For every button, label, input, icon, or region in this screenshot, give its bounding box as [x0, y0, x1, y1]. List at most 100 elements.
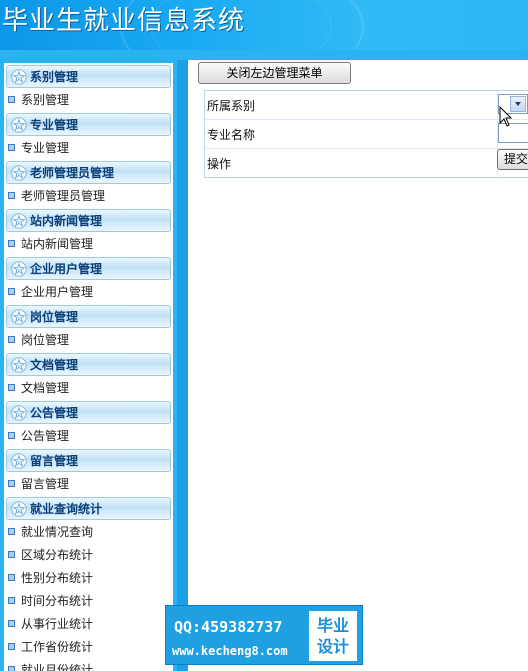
watermark-badge-line1: 毕业	[316, 616, 349, 635]
sidebar-item-label[interactable]: 老师管理员管理	[21, 187, 105, 204]
sidebar-section-title: 文档管理	[30, 358, 79, 372]
sidebar-section-title: 公告管理	[30, 406, 79, 420]
bullet-square-icon	[8, 192, 15, 199]
header-strip	[0, 50, 528, 60]
bullet-square-icon	[8, 144, 15, 151]
sidebar-item-label[interactable]: 岗位管理	[21, 331, 69, 348]
sidebar-item[interactable]: 老师管理员管理	[4, 184, 173, 207]
sidebar-section-header[interactable]: 岗位管理	[6, 305, 171, 328]
bullet-square-icon	[8, 528, 15, 535]
sidebar-item[interactable]: 系别管理	[4, 88, 173, 111]
bullet-square-icon	[8, 574, 15, 581]
sidebar-item[interactable]: 性别分布统计	[4, 566, 173, 589]
star-icon	[11, 164, 27, 181]
star-icon	[11, 452, 27, 469]
mouse-cursor-icon	[499, 106, 513, 127]
sidebar-section-title: 留言管理	[30, 454, 79, 468]
sidebar-item-label[interactable]: 系别管理	[21, 91, 69, 108]
watermark-badge: 毕业 设计	[309, 611, 357, 661]
sidebar-item[interactable]: 就业情况查询	[4, 520, 173, 543]
star-icon	[11, 308, 27, 325]
sidebar-menu: 系别管理 系别管理 专业管理 专业管理 老师管理员管理 老师管理员管理 站内新闻管理 站内新闻…	[4, 63, 173, 671]
bullet-square-icon	[8, 643, 15, 650]
sidebar-section-header[interactable]: 公告管理	[6, 401, 171, 424]
bullet-square-icon	[8, 240, 15, 247]
sidebar-item[interactable]: 文档管理	[4, 376, 173, 399]
star-icon	[11, 116, 27, 133]
sidebar-section-header[interactable]: 企业用户管理	[6, 257, 171, 280]
sidebar-section-header[interactable]: 专业管理	[6, 113, 171, 136]
form-row-action: 操作	[205, 149, 528, 177]
sidebar-item[interactable]: 站内新闻管理	[4, 232, 173, 255]
sidebar-section-header[interactable]: 站内新闻管理	[6, 209, 171, 232]
star-icon	[11, 500, 27, 517]
star-icon	[11, 356, 27, 373]
star-icon	[11, 212, 27, 229]
submit-button[interactable]: 提交	[497, 149, 528, 170]
bullet-square-icon	[8, 620, 15, 627]
sidebar-item-label[interactable]: 站内新闻管理	[21, 235, 93, 252]
bullet-square-icon	[8, 597, 15, 604]
watermark-qq: QQ:459382737	[174, 618, 283, 636]
department-label: 所属系别	[207, 99, 256, 113]
sidebar-section-header[interactable]: 留言管理	[6, 449, 171, 472]
main-content: 关闭左边管理菜单 所属系别 专业名称 操作 提交	[188, 60, 528, 671]
star-icon	[11, 404, 27, 421]
sidebar-item-label[interactable]: 留言管理	[21, 475, 69, 492]
sidebar-item-label[interactable]: 公告管理	[21, 427, 69, 444]
sidebar-item[interactable]: 时间分布统计	[4, 589, 173, 612]
sidebar-item[interactable]: 从事行业统计	[4, 612, 173, 635]
bullet-square-icon	[8, 480, 15, 487]
sidebar-section-title: 企业用户管理	[30, 262, 103, 276]
sidebar-item[interactable]: 就业月份统计	[4, 658, 173, 671]
sidebar-item-label[interactable]: 区域分布统计	[21, 546, 93, 563]
sidebar-item[interactable]: 留言管理	[4, 472, 173, 495]
form-row-department: 所属系别	[205, 91, 528, 120]
app-title: 毕业生就业信息系统	[2, 6, 246, 36]
form-row-major: 专业名称	[205, 120, 528, 149]
sidebar-item[interactable]: 区域分布统计	[4, 543, 173, 566]
sidebar-item[interactable]: 工作省份统计	[4, 635, 173, 658]
sidebar-item-label[interactable]: 时间分布统计	[21, 592, 93, 609]
sidebar-item[interactable]: 企业用户管理	[4, 280, 173, 303]
sidebar-item-label[interactable]: 工作省份统计	[21, 638, 93, 655]
sidebar-item[interactable]: 公告管理	[4, 424, 173, 447]
sidebar-section-header[interactable]: 就业查询统计	[6, 497, 171, 520]
action-label: 操作	[207, 157, 232, 171]
sidebar-item-label[interactable]: 就业情况查询	[21, 523, 93, 540]
header-banner: 毕业生就业信息系统	[0, 0, 528, 89]
sidebar-item[interactable]: 岗位管理	[4, 328, 173, 351]
sidebar-section-title: 岗位管理	[30, 310, 79, 324]
sidebar-item-label[interactable]: 从事行业统计	[21, 615, 93, 632]
major-form: 所属系别 专业名称 操作	[204, 90, 528, 178]
major-name-label: 专业名称	[207, 128, 256, 142]
sidebar-section-header[interactable]: 文档管理	[6, 353, 171, 376]
sidebar-section-title: 专业管理	[30, 118, 79, 132]
bullet-square-icon	[8, 288, 15, 295]
sidebar-section-header[interactable]: 系别管理	[6, 65, 171, 88]
sidebar-item-label[interactable]: 性别分布统计	[21, 569, 93, 586]
bullet-square-icon	[8, 336, 15, 343]
frame-splitter[interactable]	[177, 60, 188, 671]
sidebar-item-label[interactable]: 就业月份统计	[21, 661, 93, 671]
sidebar-section-title: 系别管理	[30, 70, 79, 84]
watermark: QQ:459382737 www.kecheng8.com 毕业 设计	[165, 605, 363, 665]
watermark-badge-line2: 设计	[316, 637, 349, 656]
star-icon	[11, 260, 27, 277]
bullet-square-icon	[8, 666, 15, 671]
sidebar-item[interactable]: 专业管理	[4, 136, 173, 159]
bullet-square-icon	[8, 96, 15, 103]
sidebar-item-label[interactable]: 企业用户管理	[21, 283, 93, 300]
sidebar-item-label[interactable]: 文档管理	[21, 379, 69, 396]
sidebar-section-title: 老师管理员管理	[30, 166, 115, 180]
sidebar-section-title: 站内新闻管理	[30, 214, 103, 228]
star-icon	[11, 68, 27, 85]
bullet-square-icon	[8, 384, 15, 391]
sidebar-section-header[interactable]: 老师管理员管理	[6, 161, 171, 184]
bullet-square-icon	[8, 551, 15, 558]
sidebar-item-label[interactable]: 专业管理	[21, 139, 69, 156]
watermark-url: www.kecheng8.com	[172, 644, 288, 658]
close-left-menu-button[interactable]: 关闭左边管理菜单	[198, 62, 351, 84]
bullet-square-icon	[8, 432, 15, 439]
sidebar-section-title: 就业查询统计	[30, 502, 103, 516]
